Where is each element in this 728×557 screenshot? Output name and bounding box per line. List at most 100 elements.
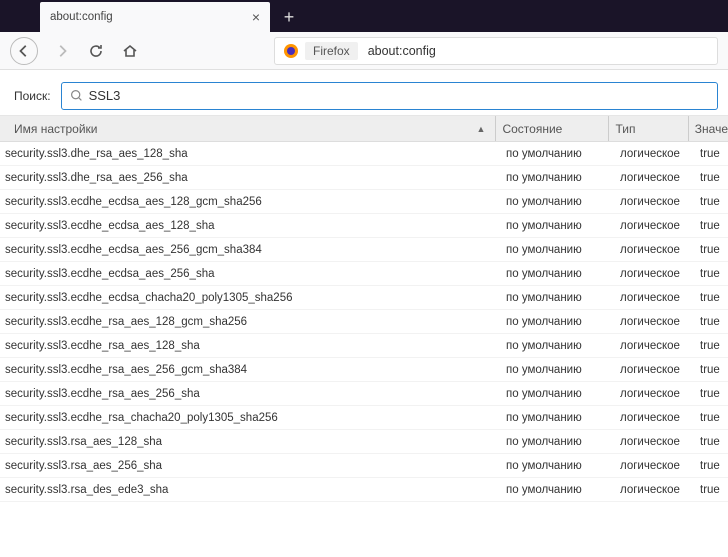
pref-row[interactable]: security.ssl3.ecdhe_rsa_aes_256_gcm_sha3… (0, 358, 728, 382)
pref-value: true (694, 460, 728, 472)
browser-tab[interactable]: about:config × (40, 2, 270, 32)
pref-value: true (694, 268, 728, 280)
column-name[interactable]: Имя настройки ▲ (0, 122, 495, 136)
pref-row[interactable]: security.ssl3.ecdhe_rsa_aes_256_shaпо ум… (0, 382, 728, 406)
pref-type: логическое (614, 268, 694, 280)
pref-row[interactable]: security.ssl3.rsa_des_ede3_shaпо умолчан… (0, 478, 728, 502)
pref-value: true (694, 484, 728, 496)
forward-button (52, 41, 72, 61)
pref-state: по умолчанию (500, 460, 614, 472)
pref-name: security.ssl3.ecdhe_rsa_aes_256_sha (0, 388, 500, 400)
column-name-label: Имя настройки (14, 122, 98, 136)
pref-value: true (694, 148, 728, 160)
pref-name: security.ssl3.ecdhe_rsa_aes_256_gcm_sha3… (0, 364, 500, 376)
pref-type: логическое (614, 364, 694, 376)
pref-row[interactable]: security.ssl3.ecdhe_ecdsa_aes_256_gcm_sh… (0, 238, 728, 262)
pref-type: логическое (614, 196, 694, 208)
column-state[interactable]: Состояние (495, 116, 608, 141)
pref-state: по умолчанию (500, 292, 614, 304)
column-type-label: Тип (615, 122, 635, 136)
pref-state: по умолчанию (500, 196, 614, 208)
pref-state: по умолчанию (500, 388, 614, 400)
pref-row[interactable]: security.ssl3.ecdhe_ecdsa_aes_128_shaпо … (0, 214, 728, 238)
search-icon (70, 89, 83, 102)
pref-name: security.ssl3.rsa_aes_128_sha (0, 436, 500, 448)
pref-row[interactable]: security.ssl3.ecdhe_ecdsa_aes_256_shaпо … (0, 262, 728, 286)
pref-state: по умолчанию (500, 148, 614, 160)
pref-state: по умолчанию (500, 484, 614, 496)
pref-type: логическое (614, 388, 694, 400)
pref-state: по умолчанию (500, 220, 614, 232)
pref-name: security.ssl3.rsa_aes_256_sha (0, 460, 500, 472)
pref-type: логическое (614, 412, 694, 424)
pref-row[interactable]: security.ssl3.ecdhe_rsa_chacha20_poly130… (0, 406, 728, 430)
pref-type: логическое (614, 316, 694, 328)
pref-row[interactable]: security.ssl3.rsa_aes_128_shaпо умолчани… (0, 430, 728, 454)
pref-row[interactable]: security.ssl3.ecdhe_rsa_aes_128_shaпо ум… (0, 334, 728, 358)
pref-value: true (694, 340, 728, 352)
pref-name: security.ssl3.ecdhe_ecdsa_aes_128_gcm_sh… (0, 196, 500, 208)
pref-type: логическое (614, 436, 694, 448)
search-box[interactable] (61, 82, 718, 110)
sort-asc-icon: ▲ (477, 124, 486, 134)
pref-type: логическое (614, 484, 694, 496)
pref-type: логическое (614, 340, 694, 352)
search-label: Поиск: (14, 89, 51, 103)
pref-list: security.ssl3.dhe_rsa_aes_128_shaпо умол… (0, 142, 728, 502)
tab-strip: about:config × + (0, 0, 728, 32)
url-text: about:config (368, 44, 436, 58)
column-value-label: Значе (695, 122, 728, 136)
pref-state: по умолчанию (500, 268, 614, 280)
pref-type: логическое (614, 148, 694, 160)
pref-name: security.ssl3.dhe_rsa_aes_256_sha (0, 172, 500, 184)
pref-name: security.ssl3.ecdhe_rsa_aes_128_sha (0, 340, 500, 352)
pref-name: security.ssl3.ecdhe_ecdsa_aes_256_sha (0, 268, 500, 280)
pref-state: по умолчанию (500, 340, 614, 352)
home-button[interactable] (120, 41, 140, 61)
pref-name: security.ssl3.dhe_rsa_aes_128_sha (0, 148, 500, 160)
pref-value: true (694, 436, 728, 448)
arrow-left-icon (17, 44, 31, 58)
pref-row[interactable]: security.ssl3.ecdhe_ecdsa_chacha20_poly1… (0, 286, 728, 310)
pref-state: по умолчанию (500, 244, 614, 256)
pref-type: логическое (614, 244, 694, 256)
reload-icon (88, 43, 104, 59)
search-row: Поиск: (0, 76, 728, 116)
arrow-right-icon (55, 44, 69, 58)
identity-label: Firefox (305, 42, 358, 60)
pref-value: true (694, 292, 728, 304)
pref-row[interactable]: security.ssl3.dhe_rsa_aes_256_shaпо умол… (0, 166, 728, 190)
pref-value: true (694, 316, 728, 328)
back-button[interactable] (10, 37, 38, 65)
pref-name: security.ssl3.rsa_des_ede3_sha (0, 484, 500, 496)
new-tab-button[interactable]: + (274, 2, 304, 32)
pref-value: true (694, 388, 728, 400)
pref-type: логическое (614, 292, 694, 304)
nav-toolbar: Firefox about:config (0, 32, 728, 70)
pref-row[interactable]: security.ssl3.dhe_rsa_aes_128_shaпо умол… (0, 142, 728, 166)
firefox-logo-icon (283, 43, 299, 59)
pref-name: security.ssl3.ecdhe_ecdsa_aes_128_sha (0, 220, 500, 232)
pref-value: true (694, 196, 728, 208)
pref-row[interactable]: security.ssl3.rsa_aes_256_shaпо умолчани… (0, 454, 728, 478)
pref-row[interactable]: security.ssl3.ecdhe_ecdsa_aes_128_gcm_sh… (0, 190, 728, 214)
pref-row[interactable]: security.ssl3.ecdhe_rsa_aes_128_gcm_sha2… (0, 310, 728, 334)
pref-type: логическое (614, 460, 694, 472)
pref-value: true (694, 364, 728, 376)
url-bar[interactable]: Firefox about:config (274, 37, 718, 65)
pref-state: по умолчанию (500, 172, 614, 184)
close-icon[interactable]: × (252, 9, 260, 25)
tab-title: about:config (50, 11, 113, 23)
search-input[interactable] (89, 88, 709, 103)
column-type[interactable]: Тип (608, 116, 687, 141)
column-value[interactable]: Значе (688, 116, 728, 141)
pref-name: security.ssl3.ecdhe_rsa_chacha20_poly130… (0, 412, 500, 424)
pref-type: логическое (614, 220, 694, 232)
pref-state: по умолчанию (500, 316, 614, 328)
pref-state: по умолчанию (500, 364, 614, 376)
pref-value: true (694, 244, 728, 256)
reload-button[interactable] (86, 41, 106, 61)
column-state-label: Состояние (502, 122, 562, 136)
pref-name: security.ssl3.ecdhe_rsa_aes_128_gcm_sha2… (0, 316, 500, 328)
pref-value: true (694, 412, 728, 424)
